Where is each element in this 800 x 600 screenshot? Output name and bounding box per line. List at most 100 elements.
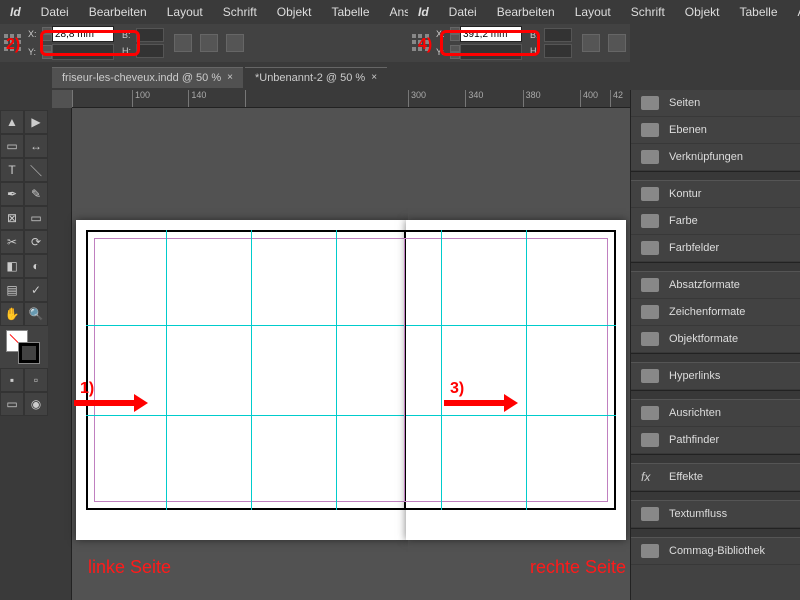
menu-schrift[interactable]: Schrift xyxy=(621,5,675,19)
menu-layout[interactable]: Layout xyxy=(157,5,213,19)
flip-icon[interactable] xyxy=(174,34,192,52)
type-tool[interactable]: T xyxy=(0,158,24,182)
menu-bearbeiten[interactable]: Bearbeiten xyxy=(487,5,565,19)
distribute-icon[interactable] xyxy=(226,34,244,52)
h-input[interactable] xyxy=(136,44,164,58)
panel-pathfinder[interactable]: Pathfinder xyxy=(631,427,800,454)
feather-tool[interactable]: ◐ xyxy=(24,254,48,278)
rect-tool[interactable]: ▭ xyxy=(24,206,48,230)
x-input[interactable] xyxy=(52,26,114,42)
obj-styles-icon xyxy=(641,332,659,346)
library-icon xyxy=(641,544,659,558)
screen-mode[interactable]: ▭ xyxy=(0,392,24,416)
menu-tabelle[interactable]: Tabelle xyxy=(321,5,379,19)
canvas-left[interactable]: 100 140 xyxy=(52,90,408,600)
frame-tool[interactable]: ⊠ xyxy=(0,206,24,230)
panel-farbe[interactable]: Farbe xyxy=(631,208,800,235)
arrow-3 xyxy=(444,394,518,412)
hand-tool[interactable]: ✋ xyxy=(0,302,24,326)
tab-friseur[interactable]: friseur-les-cheveux.indd @ 50 %× xyxy=(52,67,243,88)
page-tool[interactable]: ▭ xyxy=(0,134,24,158)
x-spinner[interactable] xyxy=(450,27,460,41)
w-input[interactable] xyxy=(136,28,164,42)
page-right[interactable] xyxy=(406,220,626,540)
ruler-horizontal: 100 140 xyxy=(72,90,408,108)
menu-objekt[interactable]: Objekt xyxy=(675,5,730,19)
pencil-tool[interactable]: ✎ xyxy=(24,182,48,206)
direct-select-tool[interactable]: ▶ xyxy=(24,110,48,134)
eyedropper-tool[interactable]: ✓ xyxy=(24,278,48,302)
selection-tool[interactable]: ▲ xyxy=(0,110,24,134)
panel-bibliothek[interactable]: Commag-Bibliothek xyxy=(631,538,800,565)
scissors-tool[interactable]: ✂ xyxy=(0,230,24,254)
menu-tabelle[interactable]: Tabelle xyxy=(729,5,787,19)
panel-effekte[interactable]: fxEffekte xyxy=(631,464,800,491)
view-mode[interactable]: ▫ xyxy=(24,368,48,392)
control-bar-right: X: Y: B: H: xyxy=(408,24,630,62)
y-input-right[interactable] xyxy=(460,44,522,60)
y-label: Y: xyxy=(28,47,42,57)
app-logo: Id xyxy=(408,5,439,19)
panel-absatzformate[interactable]: Absatzformate xyxy=(631,272,800,299)
links-icon xyxy=(641,150,659,164)
ruler-vertical xyxy=(52,108,72,600)
color-icon xyxy=(641,214,659,228)
pen-tool[interactable]: ✒ xyxy=(0,182,24,206)
annotation-4: 4) xyxy=(418,36,432,54)
note-tool[interactable]: ▤ xyxy=(0,278,24,302)
panel-farbfelder[interactable]: Farbfelder xyxy=(631,235,800,262)
menu-schrift[interactable]: Schrift xyxy=(213,5,267,19)
panel-seiten[interactable]: Seiten xyxy=(631,90,800,117)
panel-textumfluss[interactable]: Textumfluss xyxy=(631,501,800,528)
preview-mode[interactable]: ◉ xyxy=(24,392,48,416)
panel-ebenen[interactable]: Ebenen xyxy=(631,117,800,144)
menu-datei[interactable]: Datei xyxy=(439,5,487,19)
align-icon[interactable] xyxy=(200,34,218,52)
swatches-icon xyxy=(641,241,659,255)
panel-objektformate[interactable]: Objektformate xyxy=(631,326,800,353)
close-icon[interactable]: × xyxy=(371,72,377,83)
char-styles-icon xyxy=(641,305,659,319)
y-input[interactable] xyxy=(52,44,114,60)
x-spinner[interactable] xyxy=(42,27,52,41)
gap-tool[interactable]: ↔ xyxy=(24,134,48,158)
menu-bearbeiten[interactable]: Bearbeiten xyxy=(79,5,157,19)
page-label-left: linke Seite xyxy=(88,557,171,578)
ruler-horizontal: 300 340 380 400 42 xyxy=(408,90,630,108)
transform-tool[interactable]: ⟳ xyxy=(24,230,48,254)
gradient-tool[interactable]: ◧ xyxy=(0,254,24,278)
menu-objekt[interactable]: Objekt xyxy=(267,5,322,19)
document-tabs: friseur-les-cheveux.indd @ 50 %× *Unbena… xyxy=(0,64,408,90)
menu-layout[interactable]: Layout xyxy=(565,5,621,19)
fill-stroke-swatch[interactable] xyxy=(6,330,40,364)
x-input-right[interactable] xyxy=(460,26,522,42)
panel-kontur[interactable]: Kontur xyxy=(631,181,800,208)
menu-ansicht[interactable]: Ansic xyxy=(788,5,800,19)
y-spinner[interactable] xyxy=(42,45,52,59)
textwrap-icon xyxy=(641,507,659,521)
page-left[interactable] xyxy=(76,220,408,540)
close-icon[interactable]: × xyxy=(227,72,233,83)
tab-unbenannt[interactable]: *Unbenannt-2 @ 50 %× xyxy=(245,67,387,88)
h-label: H: xyxy=(122,46,136,56)
control-bar-left: X: Y: B: H: xyxy=(0,24,408,62)
panel-verknuepfungen[interactable]: Verknüpfungen xyxy=(631,144,800,171)
y-spinner[interactable] xyxy=(450,45,460,59)
menu-datei[interactable]: Datei xyxy=(31,5,79,19)
panel-hyperlinks[interactable]: Hyperlinks xyxy=(631,363,800,390)
hyperlinks-icon xyxy=(641,369,659,383)
align-panel-icon xyxy=(641,406,659,420)
align-icon[interactable] xyxy=(608,34,626,52)
flip-icon[interactable] xyxy=(582,34,600,52)
panel-ausrichten[interactable]: Ausrichten xyxy=(631,400,800,427)
zoom-tool[interactable]: 🔍 xyxy=(24,302,48,326)
effects-icon: fx xyxy=(641,470,659,484)
panel-zeichenformate[interactable]: Zeichenformate xyxy=(631,299,800,326)
menubar-right: Id Datei Bearbeiten Layout Schrift Objek… xyxy=(408,0,630,24)
canvas-right[interactable]: 300 340 380 400 42 xyxy=(408,90,630,600)
para-styles-icon xyxy=(641,278,659,292)
color-mode[interactable]: ▪ xyxy=(0,368,24,392)
pathfinder-icon xyxy=(641,433,659,447)
x-label: X: xyxy=(28,29,42,39)
line-tool[interactable]: ＼ xyxy=(24,158,48,182)
